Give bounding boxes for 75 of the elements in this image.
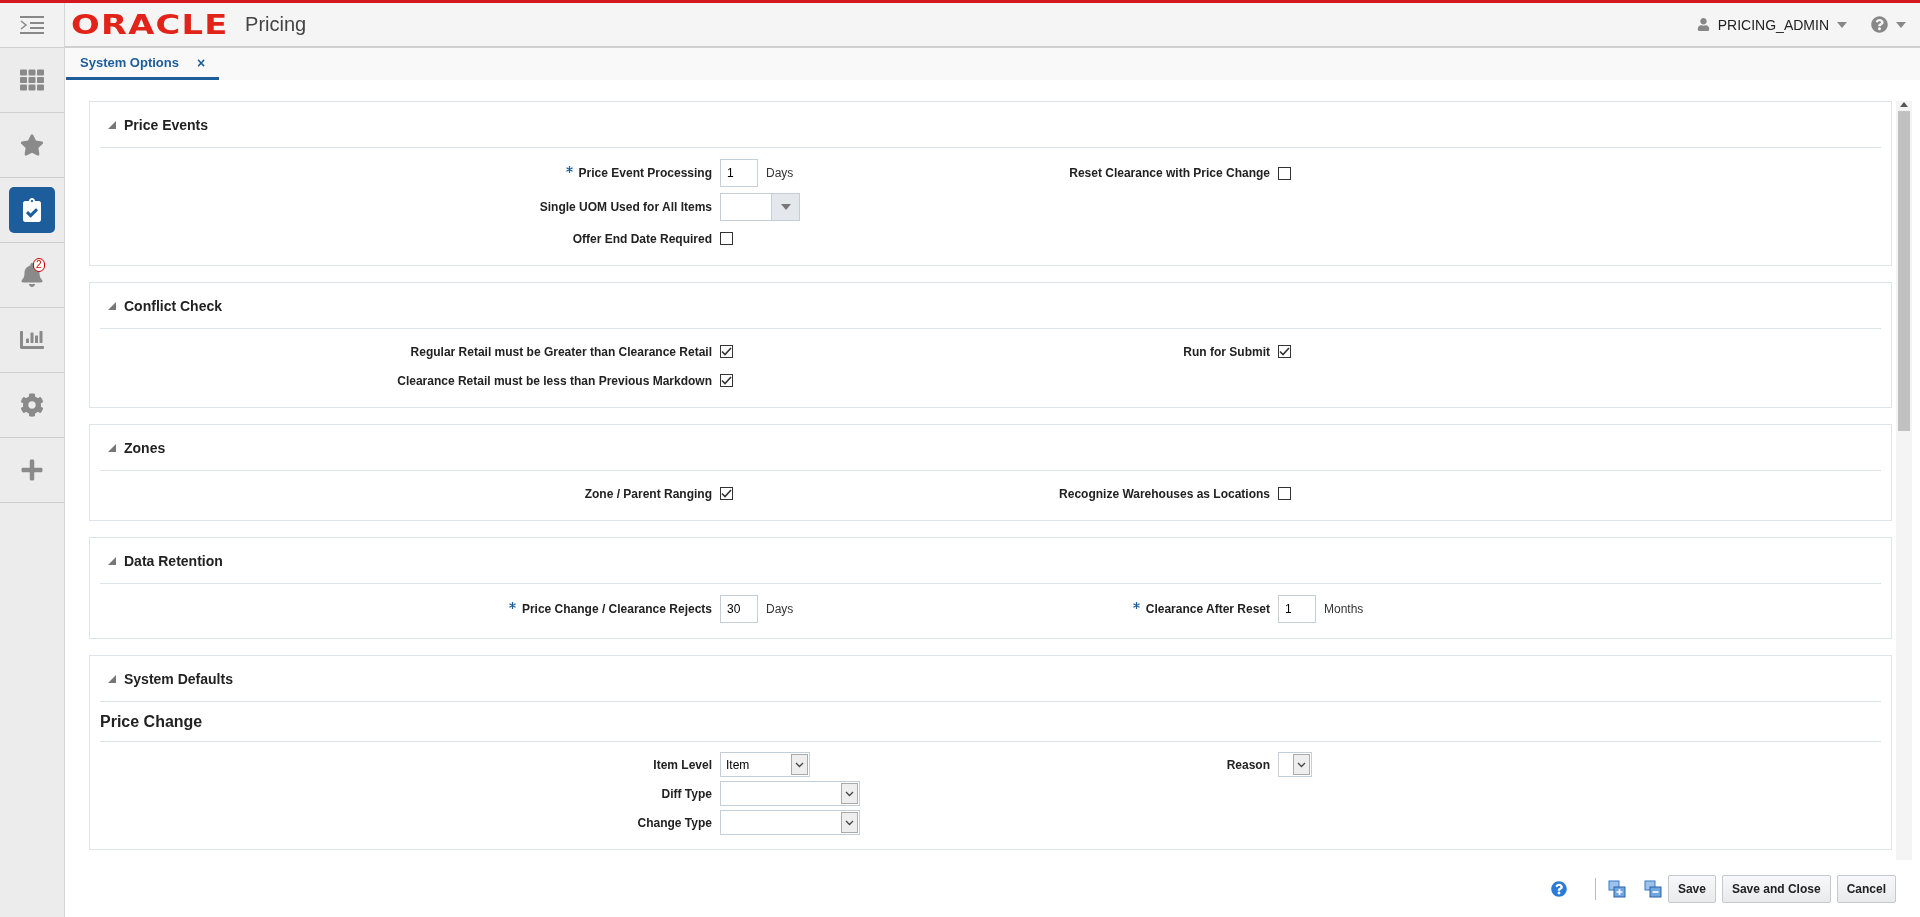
- checkbox[interactable]: [720, 345, 733, 358]
- star-icon: [20, 133, 44, 157]
- field-label: Run for Submit: [1182, 344, 1271, 359]
- number-field[interactable]: 1: [720, 159, 758, 187]
- caret-icon[interactable]: [780, 204, 791, 210]
- settings-icon: [20, 393, 44, 417]
- footer-button[interactable]: Save: [1667, 874, 1716, 903]
- field-label: Reason: [1225, 757, 1271, 772]
- checkbox[interactable]: [1278, 487, 1291, 500]
- unit-label: Days: [766, 166, 794, 180]
- logo: ORACLE: [71, 9, 229, 40]
- field-label: Item Level: [652, 757, 713, 772]
- collapse-icon[interactable]: [108, 443, 116, 452]
- chevron-icon[interactable]: [845, 819, 854, 826]
- checkbox[interactable]: [720, 232, 733, 245]
- section-title: Price Events: [124, 116, 209, 133]
- grid-icon: [20, 68, 44, 92]
- chevron-icon[interactable]: [1297, 761, 1306, 768]
- unit-label: Months: [1324, 602, 1364, 616]
- sidebar-item[interactable]: 2: [9, 252, 55, 298]
- select-field[interactable]: [720, 810, 860, 835]
- number-field[interactable]: 1: [1278, 595, 1316, 623]
- checkbox[interactable]: [720, 487, 733, 500]
- chevron-icon[interactable]: [795, 761, 804, 768]
- field-label: Price Event Processing: [100, 166, 720, 180]
- collapse-all-icon[interactable]: [1643, 879, 1662, 898]
- bar-chart-icon: [20, 328, 44, 352]
- checkbox[interactable]: [720, 374, 733, 387]
- help-icon[interactable]: [1871, 16, 1888, 33]
- field-label: Diff Type: [660, 786, 713, 801]
- unit-label: Days: [766, 602, 794, 616]
- field-label: Price Change / Clearance Rejects: [100, 602, 720, 616]
- sidebar-item[interactable]: [9, 187, 55, 233]
- field-label: Clearance Retail must be less than Previous Markdown: [396, 373, 713, 388]
- checkbox[interactable]: [1278, 345, 1291, 358]
- help-icon[interactable]: [1550, 880, 1567, 897]
- user-name[interactable]: PRICING_ADMIN: [1717, 16, 1829, 33]
- clipboard-check-icon: [20, 198, 44, 222]
- field-label: Regular Retail must be Greater than Clearance Retail: [409, 344, 713, 359]
- user-icon: [1696, 18, 1710, 31]
- scrollbar[interactable]: [1896, 101, 1912, 860]
- subsection-title: Price Change: [100, 702, 1881, 742]
- section-title: Conflict Check: [124, 297, 222, 314]
- field-label: Offer End Date Required: [571, 231, 713, 246]
- caret-icon[interactable]: [1837, 21, 1847, 28]
- footer-button[interactable]: Cancel: [1836, 874, 1896, 903]
- collapse-icon[interactable]: [108, 301, 116, 310]
- caret-icon[interactable]: [1896, 21, 1906, 28]
- field-label: Single UOM Used for All Items: [538, 200, 713, 214]
- collapse-icon[interactable]: [108, 674, 116, 683]
- section-title: System Defaults: [124, 670, 233, 687]
- footer-button[interactable]: Save and Close: [1721, 874, 1831, 903]
- field-label: Reset Clearance with Price Change: [1068, 166, 1271, 180]
- plus-icon: [20, 458, 44, 482]
- field-label: Change Type: [636, 815, 713, 830]
- collapse-icon[interactable]: [108, 556, 116, 565]
- menu-icon[interactable]: [20, 15, 44, 35]
- section-title: Zones: [124, 439, 166, 456]
- field-label: Zone / Parent Ranging: [583, 486, 713, 501]
- app-title: Pricing: [245, 13, 307, 36]
- dropdown-field[interactable]: [720, 193, 800, 221]
- expand-all-icon[interactable]: [1607, 879, 1626, 898]
- field-label: Clearance After Reset: [870, 602, 1278, 616]
- tab[interactable]: System Options ×: [66, 48, 220, 80]
- close-button[interactable]: ×: [196, 54, 206, 71]
- field-label: Recognize Warehouses as Locations: [1058, 486, 1271, 501]
- select-field[interactable]: [720, 781, 860, 806]
- select-field[interactable]: [1278, 752, 1312, 777]
- section-title: Data Retention: [124, 552, 223, 569]
- checkbox[interactable]: [1278, 166, 1291, 180]
- select-field[interactable]: Item: [720, 752, 810, 777]
- number-field[interactable]: 30: [720, 595, 758, 623]
- scroll-up-icon[interactable]: [1900, 101, 1908, 109]
- collapse-icon[interactable]: [108, 120, 116, 129]
- chevron-icon[interactable]: [845, 790, 854, 797]
